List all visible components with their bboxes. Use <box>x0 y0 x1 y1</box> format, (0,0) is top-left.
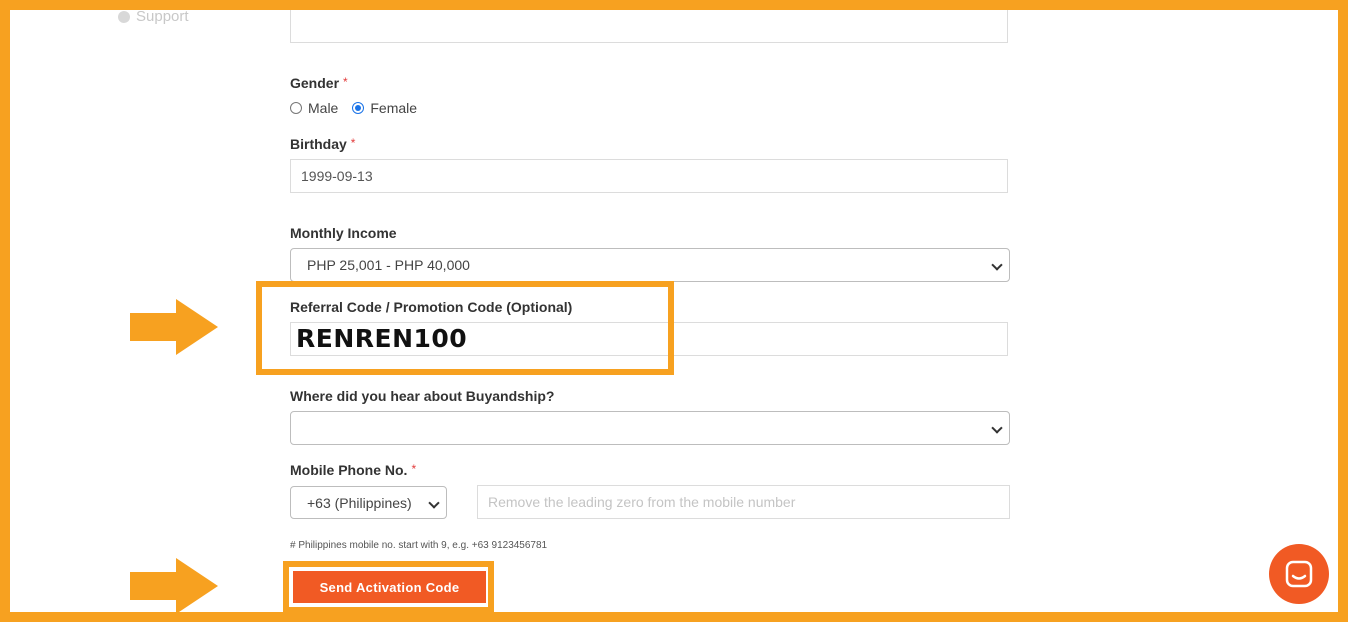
support-link[interactable]: Support <box>118 10 189 25</box>
mobile-number-input[interactable]: Remove the leading zero from the mobile … <box>477 485 1010 519</box>
monthly-income-label: Monthly Income <box>290 225 397 241</box>
birthday-label: Birthday * <box>290 136 356 152</box>
country-code-select[interactable]: +63 (Philippines) <box>290 486 447 519</box>
referral-highlight-box <box>256 281 674 375</box>
gender-radio-group: Male Female <box>290 100 431 116</box>
gender-option-male[interactable]: Male <box>290 100 338 116</box>
previous-field-input[interactable] <box>290 10 1008 43</box>
country-code-value: +63 (Philippines) <box>307 495 412 511</box>
page-frame: Support Gender * Male Female Birthday * 19… <box>10 10 1338 612</box>
gender-option-female[interactable]: Female <box>352 100 417 116</box>
chevron-down-icon <box>428 497 440 509</box>
support-icon <box>118 10 130 23</box>
chat-icon <box>1285 560 1313 588</box>
heard-about-label: Where did you hear about Buyandship? <box>290 388 555 404</box>
heard-about-select[interactable] <box>290 411 1010 445</box>
birthday-input[interactable]: 1999-09-13 <box>290 159 1008 193</box>
chevron-down-icon <box>991 259 1003 271</box>
mobile-number-placeholder: Remove the leading zero from the mobile … <box>488 494 796 510</box>
monthly-income-select[interactable]: PHP 25,001 - PHP 40,000 <box>290 248 1010 282</box>
arrow-right-icon <box>130 299 218 355</box>
radio-male[interactable] <box>290 102 302 114</box>
mobile-hint: # Philippines mobile no. start with 9, e… <box>290 540 548 551</box>
send-activation-code-button[interactable]: Send Activation Code <box>293 571 486 603</box>
gender-label: Gender * <box>290 75 348 91</box>
chevron-down-icon <box>991 422 1003 434</box>
radio-female[interactable] <box>352 102 365 114</box>
birthday-value: 1999-09-13 <box>301 168 373 184</box>
radio-female-label: Female <box>370 100 418 116</box>
arrow-right-icon <box>130 558 218 612</box>
chat-widget-button[interactable] <box>1269 544 1329 604</box>
support-label: Support <box>136 10 189 25</box>
mobile-label: Mobile Phone No. * <box>290 462 417 478</box>
radio-male-label: Male <box>308 100 339 116</box>
monthly-income-value: PHP 25,001 - PHP 40,000 <box>307 257 470 273</box>
